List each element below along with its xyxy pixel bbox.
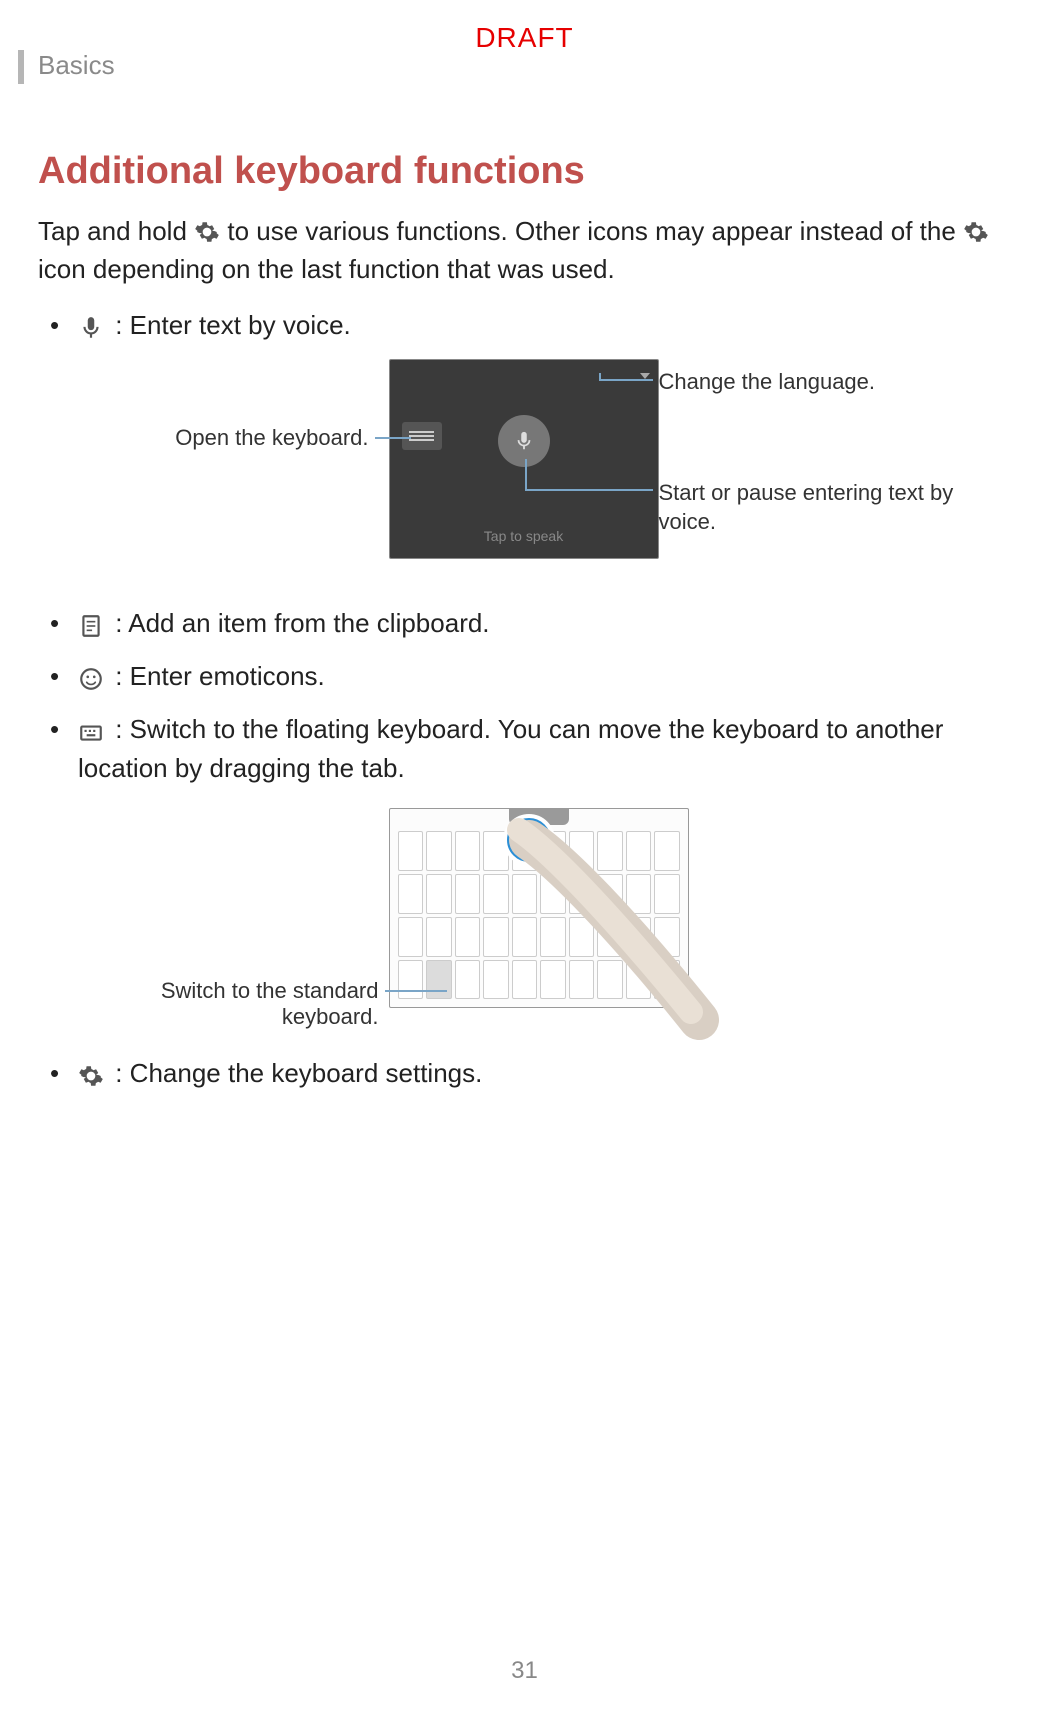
bullet-floating-keyboard: : Switch to the floating keyboard. You c… (78, 710, 999, 788)
floating-keyboard-figure: Switch to the standard keyboard. (69, 808, 969, 1028)
smiley-icon (78, 664, 104, 690)
page-number: 31 (511, 1657, 538, 1685)
callout-line (525, 459, 527, 491)
floating-keyboard-screenshot (389, 808, 689, 1008)
tap-to-speak-label: Tap to speak (484, 528, 563, 544)
draft-watermark: DRAFT (475, 22, 573, 54)
keyboard-drag-tab (509, 809, 569, 825)
gear-icon (78, 1061, 104, 1087)
callout-line (525, 489, 653, 491)
clipboard-icon (78, 611, 104, 637)
floating-keyboard-icon (78, 717, 104, 743)
keyboard-keys-grid (398, 831, 680, 999)
bullet-settings: : Change the keyboard settings. (78, 1054, 999, 1093)
bullet-emoticons: : Enter emoticons. (78, 657, 999, 696)
callout-open-keyboard: Open the keyboard. (109, 425, 369, 451)
callout-line (599, 373, 601, 381)
bullet-clipboard-text: : Add an item from the clipboard. (108, 608, 490, 638)
page-title: Additional keyboard functions (38, 150, 999, 193)
gear-icon (963, 218, 989, 244)
microphone-button-icon (498, 415, 550, 467)
header-accent-bar (18, 50, 24, 84)
voice-input-screenshot: Tap to speak (389, 359, 659, 559)
callout-line (375, 437, 411, 439)
microphone-icon (78, 313, 104, 339)
function-list: : Enter text by voice. (38, 306, 999, 345)
callout-line (385, 990, 447, 992)
voice-language-bar (398, 366, 650, 386)
voice-input-figure: Tap to speak Open the keyboard. Change t… (69, 359, 969, 574)
callout-switch-standard: Switch to the standard keyboard. (59, 978, 379, 1030)
gear-icon (194, 218, 220, 244)
section-header: Basics (38, 50, 115, 81)
standard-keyboard-key (426, 960, 452, 1000)
bullet-settings-text: : Change the keyboard settings. (108, 1058, 482, 1088)
page-content: Additional keyboard functions Tap and ho… (38, 150, 999, 1107)
intro-text-3: icon depending on the last function that… (38, 254, 615, 284)
callout-line (599, 379, 653, 381)
keyboard-icon (402, 422, 442, 450)
callout-start-pause-voice: Start or pause entering text by voice. (659, 479, 959, 536)
intro-text-1: Tap and hold (38, 216, 194, 246)
intro-text-2: to use various functions. Other icons ma… (227, 216, 963, 246)
bullet-clipboard: : Add an item from the clipboard. (78, 604, 999, 643)
function-list-end: : Change the keyboard settings. (38, 1054, 999, 1093)
bullet-voice: : Enter text by voice. (78, 306, 999, 345)
manual-page: Basics DRAFT Additional keyboard functio… (0, 0, 1049, 1719)
intro-paragraph: Tap and hold to use various functions. O… (38, 213, 999, 288)
bullet-emoticons-text: : Enter emoticons. (108, 661, 325, 691)
bullet-voice-text: : Enter text by voice. (108, 310, 351, 340)
function-list-continued: : Add an item from the clipboard. : Ente… (38, 604, 999, 788)
callout-change-language: Change the language. (659, 369, 876, 395)
bullet-floating-text: : Switch to the floating keyboard. You c… (78, 714, 943, 783)
